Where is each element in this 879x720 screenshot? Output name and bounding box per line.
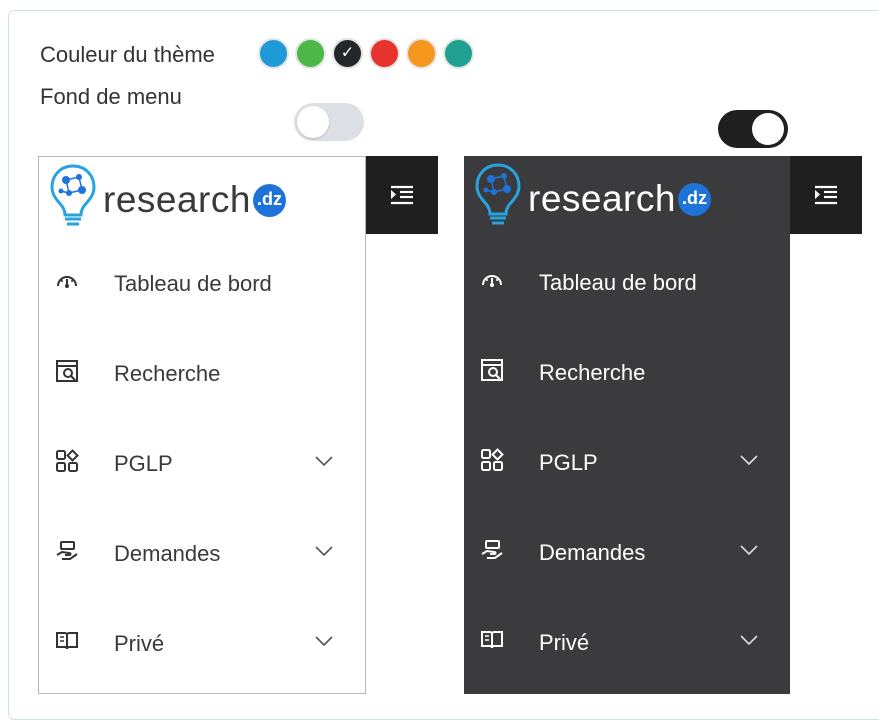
dark-menu-preview: research .dz Tableau de bord Recherche P… bbox=[464, 156, 790, 694]
book-icon bbox=[56, 632, 78, 650]
menu-item-label: Demandes bbox=[539, 540, 646, 565]
menu-item-prive[interactable]: Privé bbox=[464, 612, 790, 672]
book-icon bbox=[481, 631, 503, 649]
menu-item-recherche[interactable]: Recherche bbox=[39, 343, 365, 403]
lightbulb-logo-icon bbox=[50, 164, 96, 226]
theme-color-label: Couleur du thème bbox=[40, 42, 215, 67]
menu-item-tableau-de-bord[interactable]: Tableau de bord bbox=[39, 253, 365, 313]
menu-item-prive[interactable]: Privé bbox=[39, 613, 365, 673]
theme-swatch-black[interactable]: ✓ bbox=[332, 38, 363, 69]
brand-logo[interactable]: research .dz bbox=[49, 163, 286, 229]
hand-request-icon bbox=[56, 541, 78, 560]
menu-item-label: Demandes bbox=[114, 541, 221, 566]
brand-logo[interactable]: research .dz bbox=[474, 162, 711, 228]
brand-name: research bbox=[528, 178, 676, 219]
dark-menu-toggle[interactable] bbox=[718, 110, 788, 148]
theme-swatch-orange[interactable] bbox=[406, 38, 437, 69]
chevron-down-icon[interactable] bbox=[315, 455, 333, 467]
menu-item-label: PGLP bbox=[114, 451, 173, 476]
light-menu-toggle[interactable] bbox=[294, 103, 364, 141]
brand-badge: .dz bbox=[677, 182, 711, 216]
menu-item-label: Tableau de bord bbox=[539, 270, 697, 295]
apps-grid-icon bbox=[56, 449, 79, 472]
search-document-icon bbox=[481, 359, 503, 381]
menu-item-demandes[interactable]: Demandes bbox=[464, 522, 790, 582]
menu-item-label: PGLP bbox=[539, 450, 598, 475]
lightbulb-logo-icon bbox=[475, 163, 521, 225]
chevron-down-icon[interactable] bbox=[740, 634, 758, 646]
light-menu-preview: research .dz Tableau de bord Recherche P… bbox=[38, 156, 366, 694]
hand-request-icon bbox=[481, 540, 503, 559]
toggle-knob bbox=[752, 113, 784, 145]
dashboard-gauge-icon bbox=[482, 275, 502, 287]
brand-name: research bbox=[103, 179, 251, 220]
menu-item-demandes[interactable]: Demandes bbox=[39, 523, 365, 583]
chevron-down-icon[interactable] bbox=[740, 544, 758, 556]
chevron-down-icon[interactable] bbox=[315, 635, 333, 647]
toggle-knob bbox=[297, 106, 329, 138]
theme-color-swatches: ✓ bbox=[258, 38, 474, 69]
search-document-icon bbox=[56, 360, 78, 382]
apps-grid-icon bbox=[481, 448, 504, 471]
theme-swatch-red[interactable] bbox=[369, 38, 400, 69]
menu-item-pglp[interactable]: PGLP bbox=[464, 432, 790, 492]
menu-collapse-button[interactable] bbox=[366, 156, 438, 234]
menu-collapse-button[interactable] bbox=[790, 156, 862, 234]
indent-menu-icon bbox=[391, 185, 413, 205]
chevron-down-icon[interactable] bbox=[740, 454, 758, 466]
selected-check-icon: ✓ bbox=[340, 43, 355, 61]
menu-item-label: Recherche bbox=[539, 360, 646, 385]
menu-item-label: Tableau de bord bbox=[114, 271, 272, 296]
menu-item-label: Privé bbox=[539, 630, 590, 655]
brand-badge: .dz bbox=[252, 183, 286, 217]
indent-menu-icon bbox=[815, 185, 837, 205]
menu-item-recherche[interactable]: Recherche bbox=[464, 342, 790, 402]
chevron-down-icon[interactable] bbox=[315, 545, 333, 557]
menu-item-label: Recherche bbox=[114, 361, 221, 386]
menu-background-label: Fond de menu bbox=[40, 84, 182, 109]
dashboard-gauge-icon bbox=[57, 276, 77, 288]
menu-item-label: Privé bbox=[114, 631, 165, 656]
menu-item-pglp[interactable]: PGLP bbox=[39, 433, 365, 493]
theme-swatch-teal[interactable] bbox=[443, 38, 474, 69]
menu-item-tableau-de-bord[interactable]: Tableau de bord bbox=[464, 252, 790, 312]
theme-swatch-green[interactable] bbox=[295, 38, 326, 69]
theme-swatch-blue[interactable] bbox=[258, 38, 289, 69]
